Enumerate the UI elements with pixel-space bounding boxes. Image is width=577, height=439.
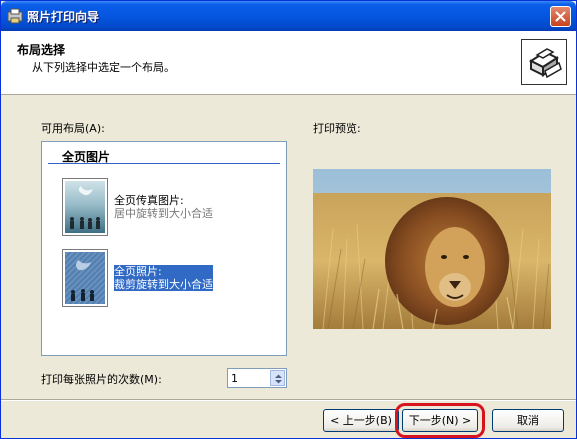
next-button-highlight-ring [395,403,485,438]
cancel-button-label: 取消 [517,414,539,427]
close-icon [555,11,566,22]
layout-photo-text: 全页照片: 裁剪旋转到大小合适 [114,265,213,291]
available-layouts-label: 可用布局(A): [41,122,105,135]
layout-photo-desc: 裁剪旋转到大小合适 [114,278,213,291]
window-title: 照片打印向导 [27,10,100,24]
copies-value[interactable]: 1 [231,372,238,385]
wizard-header: 布局选择 从下列选择中选定一个布局。 [1,31,576,95]
page-subtitle: 从下列选择中选定一个布局。 [32,61,175,74]
copies-label: 打印每张照片的次数(M): [41,373,162,386]
layout-group-header: 全页图片 [48,148,280,164]
back-button-label: < 上一步(B) [330,414,392,427]
back-button[interactable]: < 上一步(B) [323,409,399,432]
copies-spinner[interactable]: 1 [227,368,287,388]
cancel-button[interactable]: 取消 [492,409,564,432]
layout-fax-thumbnail [62,178,108,236]
layout-list[interactable]: 全页图片 全页传真图片: 居中旋转到大小合适 全页照片: 裁剪旋转到大小合适 [41,141,287,356]
printer-wizard-icon [521,39,567,85]
layout-fax-name: 全页传真图片: [114,194,184,207]
close-button[interactable] [550,6,571,27]
page-title: 布局选择 [17,43,66,57]
layout-photo-name: 全页照片: [114,265,162,278]
copies-spin-button[interactable] [270,370,285,386]
print-preview-label: 打印预览: [313,122,361,135]
layout-photo-thumbnail [62,249,108,307]
button-separator [1,399,576,401]
printer-photo-icon [7,8,23,24]
layout-fax-text: 全页传真图片: 居中旋转到大小合适 [114,194,213,220]
layout-fax-desc: 居中旋转到大小合适 [114,207,213,220]
title-bar[interactable]: 照片打印向导 [1,1,576,31]
photo-print-wizard-window: 照片打印向导 布局选择 从下列选择中选定一个布局。 可用布局(A): 全页图片 [0,0,577,439]
spin-updown-icon [275,374,282,384]
print-preview-image [313,169,551,329]
layout-group-title: 全页图片 [62,150,111,164]
